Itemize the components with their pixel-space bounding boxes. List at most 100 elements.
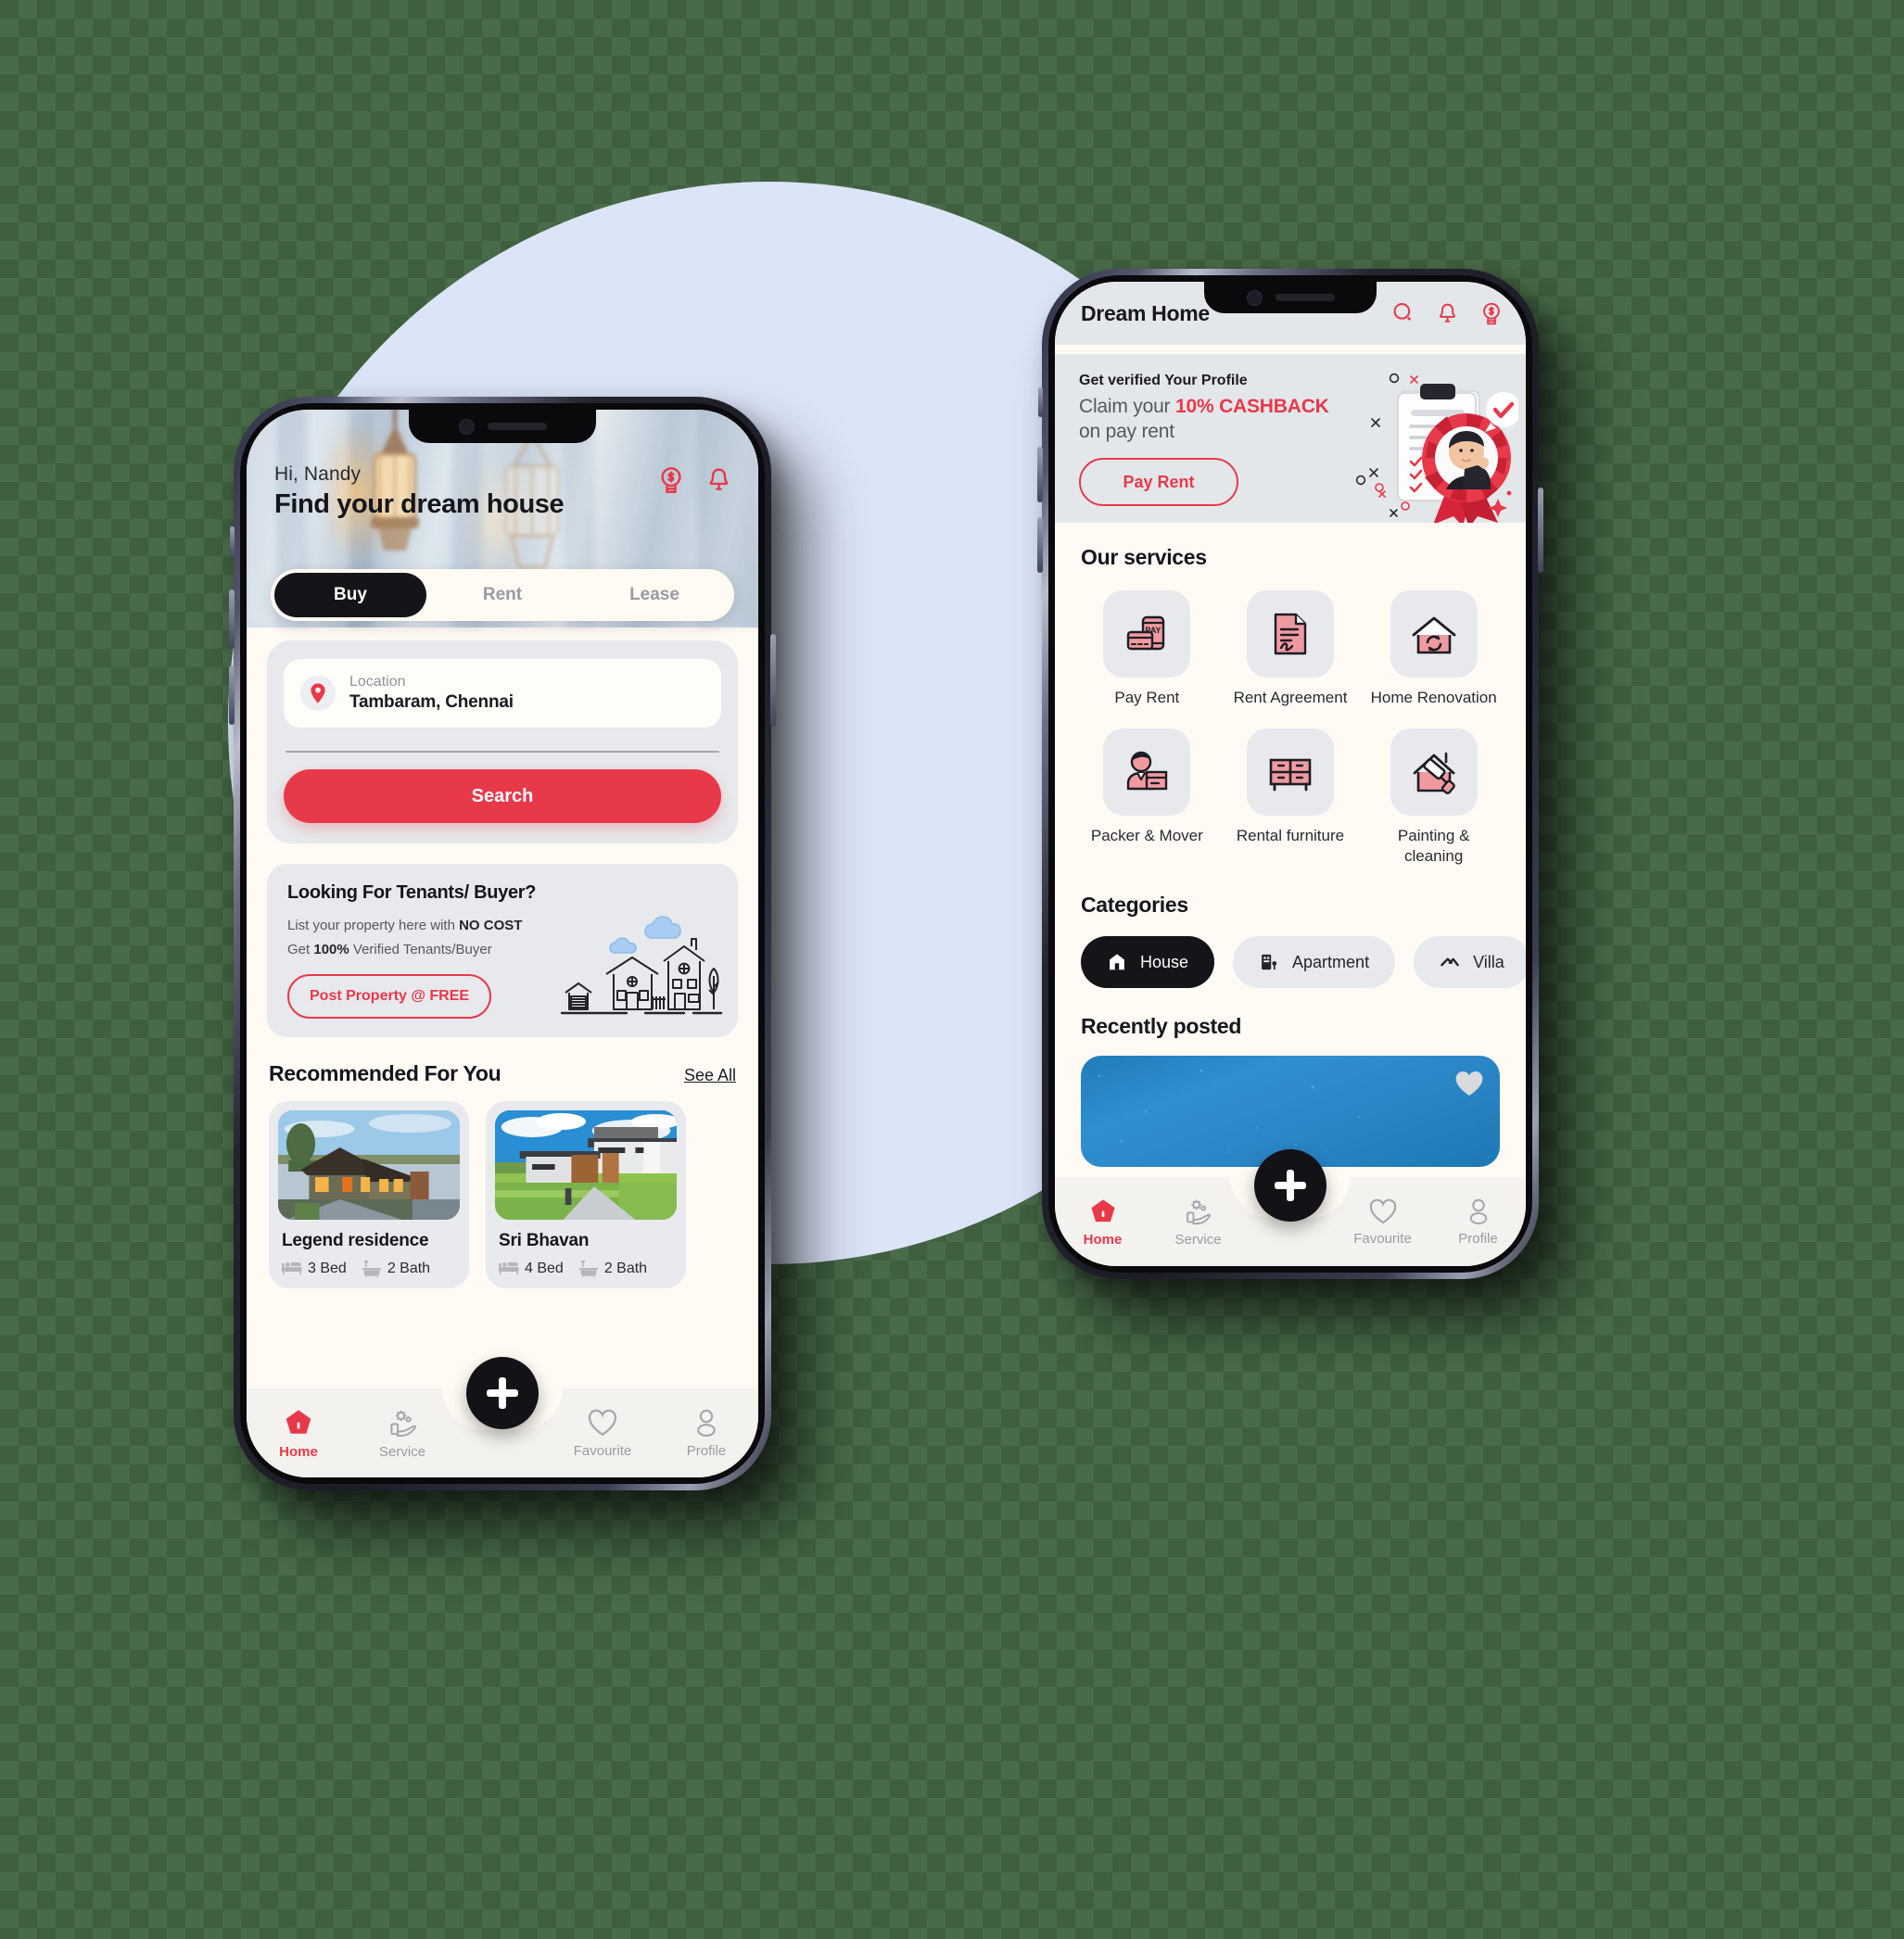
property-beds-label: 4 Bed — [525, 1261, 564, 1276]
greeting-text: Hi, Nandy — [274, 463, 362, 485]
nav-item-service[interactable]: Service — [350, 1407, 454, 1460]
phone-right-mute-switch — [1038, 387, 1043, 417]
location-input[interactable]: Location Tambaram, Chennai — [284, 659, 721, 728]
service-label: Pay Rent — [1114, 689, 1180, 706]
cashback-line-2-pre: Claim your — [1079, 396, 1175, 417]
villa-icon — [1440, 952, 1460, 972]
search-button[interactable]: Search — [284, 769, 721, 823]
service-rent-agreement[interactable]: Rent Agreement — [1225, 590, 1357, 708]
services-title: Our services — [1081, 545, 1207, 569]
nav-label: Profile — [686, 1443, 727, 1459]
header-icon-group — [1391, 301, 1504, 326]
dollar-badge-icon[interactable] — [1479, 301, 1504, 326]
property-card[interactable]: Sri Bhavan 4 Bed 2 Bath — [486, 1101, 686, 1288]
category-chip-apartment[interactable]: Apartment — [1233, 936, 1396, 989]
mockup-stage: Dream Home Get verified Your Profile Cla… — [0, 0, 1904, 1939]
nav-item-home[interactable]: Home — [247, 1407, 350, 1460]
service-label: Home Renovation — [1370, 689, 1497, 706]
nav-item-home[interactable]: Home — [1055, 1197, 1150, 1248]
post-property-button[interactable]: Post Property @ FREE — [287, 974, 492, 1019]
post-property-promo-card[interactable]: Looking For Tenants/ Buyer? List your pr… — [267, 864, 738, 1037]
heart-icon[interactable] — [1453, 1069, 1485, 1097]
buy-rent-lease-segment[interactable]: Buy Rent Lease — [271, 569, 734, 621]
front-camera-icon — [1246, 289, 1263, 306]
cashback-amount: 10% CASHBACK — [1175, 396, 1329, 417]
nav-item-service[interactable]: Service — [1150, 1197, 1246, 1248]
phone-right-volume-up — [1037, 447, 1043, 502]
property-beds: 3 Bed — [282, 1261, 347, 1277]
property-baths-label: 2 Bath — [387, 1261, 431, 1276]
add-plus-icon — [1275, 1170, 1306, 1201]
category-chip-villa[interactable]: Villa — [1414, 936, 1526, 989]
property-photo — [278, 1110, 460, 1220]
segment-buy[interactable]: Buy — [274, 573, 426, 617]
category-chip-label: Villa — [1473, 952, 1504, 971]
service-packer-mover[interactable]: Packer & Mover — [1081, 729, 1213, 867]
phone-left-screen: Hi, Nandy Find your dream house Buy Rent… — [247, 410, 758, 1477]
recommended-card-row: Legend residence 3 Bed 2 Bath Sri Bhavan… — [269, 1101, 758, 1288]
promo-line-2-pre: Get — [287, 941, 314, 957]
left-main-body: Location Tambaram, Chennai Search Lookin… — [247, 640, 758, 1288]
hero-headline: Find your dream house — [274, 489, 565, 519]
phone-right-notch — [1204, 282, 1377, 313]
promo-title: Looking For Tenants/ Buyer? — [287, 882, 537, 903]
front-camera-icon — [458, 418, 475, 435]
home-renovation-icon — [1390, 590, 1478, 678]
nav-label: Home — [1083, 1231, 1123, 1248]
recently-posted-title: Recently posted — [1081, 1014, 1242, 1039]
property-baths-label: 2 Bath — [603, 1261, 648, 1276]
nav-label: Favourite — [573, 1442, 632, 1459]
search-icon[interactable] — [1391, 301, 1415, 325]
phone-left-volume-down — [229, 665, 235, 725]
promo-line-1-pre: List your property here with — [287, 918, 460, 933]
apartment-icon — [1259, 952, 1279, 972]
category-chip-house[interactable]: House — [1081, 936, 1215, 989]
service-home-renovation[interactable]: Home Renovation — [1367, 590, 1500, 708]
service-label: Rent Agreement — [1233, 689, 1348, 706]
nav-label: Service — [1174, 1231, 1222, 1248]
promo-line-2-post: Verified Tenants/Buyer — [349, 941, 492, 957]
bell-icon[interactable] — [705, 465, 732, 495]
dollar-badge-icon[interactable] — [657, 465, 685, 495]
earpiece-speaker — [1275, 294, 1335, 301]
hero-icon-group — [657, 465, 732, 495]
phone-right: Dream Home Get verified Your Profile Cla… — [1037, 269, 1543, 1279]
hero-text-block: Hi, Nandy Find your dream house — [274, 463, 565, 520]
segment-lease[interactable]: Lease — [578, 573, 730, 617]
add-property-fab-right[interactable] — [1254, 1149, 1326, 1222]
see-all-link[interactable]: See All — [684, 1066, 736, 1085]
recommended-title: Recommended For You — [269, 1061, 501, 1085]
search-card-divider — [286, 751, 719, 753]
services-grid: PAY Pay Rent Rent Agreement Home Renovat… — [1081, 590, 1500, 867]
cashback-banner[interactable]: Get verified Your Profile Claim your 10%… — [1055, 354, 1526, 523]
service-pay-rent[interactable]: PAY Pay Rent — [1081, 590, 1213, 708]
phone-left: Hi, Nandy Find your dream house Buy Rent… — [229, 397, 776, 1490]
nav-item-favourite[interactable]: Favourite — [551, 1408, 654, 1459]
nav-item-profile[interactable]: Profile — [1430, 1197, 1526, 1247]
app-title: Dream Home — [1081, 300, 1210, 325]
nav-item-favourite[interactable]: Favourite — [1335, 1198, 1430, 1247]
bell-icon[interactable] — [1436, 301, 1459, 325]
promo-no-cost: NO COST — [459, 918, 523, 933]
painting-cleaning-icon — [1390, 729, 1478, 817]
search-card: Location Tambaram, Chennai Search — [267, 640, 738, 843]
houses-illustration — [560, 916, 723, 1015]
service-painting-cleaning[interactable]: Painting & cleaning — [1367, 729, 1500, 867]
add-property-fab-left[interactable] — [466, 1357, 539, 1429]
recommended-header: Recommended For You See All — [269, 1061, 736, 1086]
service-rental-furniture[interactable]: Rental furniture — [1225, 729, 1357, 867]
location-label: Location — [349, 673, 406, 690]
header-gap — [1055, 345, 1526, 354]
verified-badge-illustration — [1350, 361, 1518, 523]
location-pin-icon — [300, 676, 336, 711]
pay-rent-button[interactable]: Pay Rent — [1079, 458, 1238, 506]
nav-item-profile[interactable]: Profile — [654, 1407, 758, 1459]
segment-rent[interactable]: Rent — [426, 573, 578, 617]
phone-right-screen: Dream Home Get verified Your Profile Cla… — [1055, 282, 1526, 1266]
property-card[interactable]: Legend residence 3 Bed 2 Bath — [269, 1101, 469, 1288]
categories-chip-row[interactable]: House Apartment Villa — [1081, 936, 1526, 989]
property-name: Legend residence — [282, 1231, 429, 1250]
categories-title: Categories — [1081, 893, 1188, 918]
phone-left-volume-up — [229, 589, 235, 649]
house-icon — [1107, 952, 1127, 972]
